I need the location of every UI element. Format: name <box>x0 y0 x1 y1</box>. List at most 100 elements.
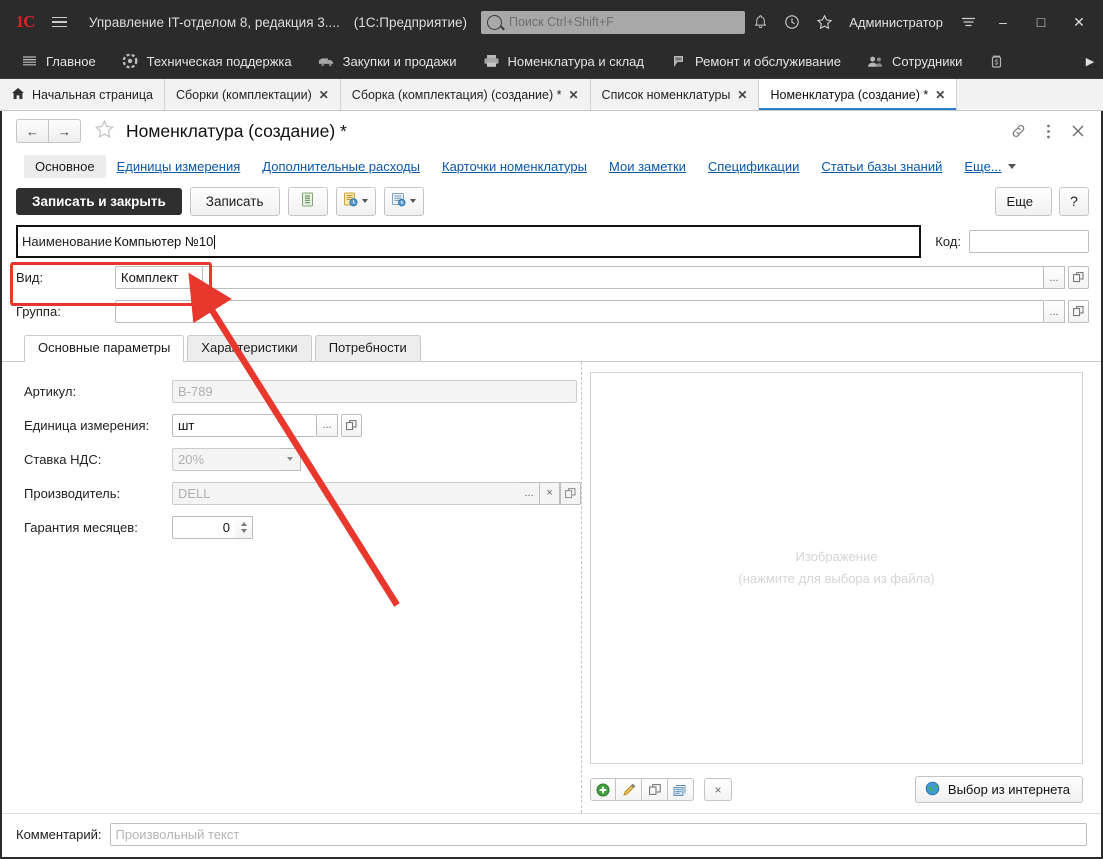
name-input-value: Компьютер №10 <box>114 234 213 249</box>
proizvoditel-placeholder: DELL <box>178 486 211 501</box>
garantiya-mesyacev-input[interactable]: 0 <box>172 516 235 539</box>
sidebar-item-money[interactable]: $ <box>975 44 1026 78</box>
group-select-button[interactable]: ... <box>1044 300 1065 323</box>
edinica-open-icon[interactable] <box>341 414 362 437</box>
vid-input[interactable]: Комплект <box>115 266 203 289</box>
vid-input-extension[interactable] <box>203 266 1044 289</box>
search-input[interactable]: Поиск Ctrl+Shift+F <box>481 11 745 34</box>
image-placeholder-title: Изображение <box>796 546 878 568</box>
nav-link-edinicy-izmereniya[interactable]: Единицы измерения <box>106 156 252 177</box>
layers-icon[interactable] <box>668 778 694 801</box>
proizvoditel-open-icon[interactable] <box>560 482 581 505</box>
edinica-izmereniya-label: Единица измерения: <box>24 418 172 433</box>
edinica-izmereniya-input[interactable]: шт <box>172 414 317 437</box>
forward-button[interactable]: → <box>49 119 81 143</box>
save-and-close-button[interactable]: Записать и закрыть <box>16 188 182 215</box>
tab-close-icon[interactable]: ✕ <box>568 88 578 102</box>
options-icon[interactable] <box>953 8 983 36</box>
tab-sborka-komplektaciya-sozdanie[interactable]: Сборка (комплектация) (создание) * ✕ <box>341 79 591 110</box>
proizvoditel-input[interactable]: DELL <box>172 482 519 505</box>
search-placeholder: Поиск Ctrl+Shift+F <box>509 15 614 29</box>
favorite-star-icon[interactable] <box>94 119 115 143</box>
sidebar-item-label: Номенклатура и склад <box>508 54 644 69</box>
group-open-icon[interactable] <box>1068 300 1089 323</box>
tab-label: Список номенклатуры <box>602 88 731 102</box>
link-icon[interactable] <box>1005 118 1031 144</box>
stavka-nds-dropdown-button[interactable] <box>280 448 301 471</box>
edit-icon[interactable] <box>616 778 642 801</box>
tab-close-icon[interactable]: ✕ <box>319 88 329 102</box>
close-icon[interactable] <box>1065 118 1091 144</box>
current-user-label[interactable]: Администратор <box>841 15 951 30</box>
sidebar-item-glavnoe[interactable]: Главное <box>8 44 109 78</box>
tab-label: Сборка (комплектация) (создание) * <box>352 88 562 102</box>
code-input[interactable] <box>969 230 1089 253</box>
proizvoditel-select-button[interactable]: ... <box>519 482 540 505</box>
stepper-down-icon[interactable] <box>241 529 247 533</box>
delete-image-button[interactable]: × <box>704 778 732 801</box>
artikul-input[interactable]: B-789 <box>172 380 577 403</box>
more-button[interactable]: Еще <box>995 187 1052 216</box>
close-button[interactable]: ✕ <box>1061 8 1097 36</box>
command-bar: Записать и закрыть Записать <box>2 181 1101 221</box>
proizvoditel-clear-button[interactable]: × <box>540 482 561 505</box>
comment-input[interactable]: Произвольный текст <box>110 823 1088 846</box>
kebab-menu-icon[interactable] <box>1035 118 1061 144</box>
inner-tab-kharakteristiki[interactable]: Характеристики <box>187 335 311 361</box>
name-input[interactable]: Компьютер №10 <box>113 231 915 252</box>
garantiya-stepper[interactable] <box>235 516 253 539</box>
tab-close-icon[interactable]: ✕ <box>935 88 945 102</box>
choose-from-internet-button[interactable]: Выбор из интернета <box>915 776 1083 803</box>
vid-open-icon[interactable] <box>1068 266 1089 289</box>
sidebar-item-employees[interactable]: Сотрудники <box>854 44 975 78</box>
sidebar-item-label: Главное <box>46 54 96 69</box>
print-history-button[interactable] <box>336 187 376 216</box>
minimize-button[interactable]: – <box>985 8 1021 36</box>
report-button[interactable] <box>288 187 328 216</box>
tab-close-icon[interactable]: ✕ <box>737 88 747 102</box>
group-input[interactable] <box>115 300 1044 323</box>
help-button[interactable]: ? <box>1059 187 1089 216</box>
printer-icon <box>483 54 500 69</box>
save-button[interactable]: Записать <box>190 187 280 216</box>
nav-link-kartochki-nomenklatury[interactable]: Карточки номенклатуры <box>431 156 598 177</box>
journal-history-button[interactable] <box>384 187 424 216</box>
nav-link-osnovnoe[interactable]: Основное <box>24 155 106 178</box>
tab-home[interactable]: Начальная страница <box>0 79 165 110</box>
sidebar-item-repair-service[interactable]: Ремонт и обслуживание <box>657 44 854 78</box>
nav-link-dopolnitelnye-raskhody[interactable]: Дополнительные расходы <box>251 156 431 177</box>
more-button-label: Еще <box>1007 194 1033 209</box>
bell-icon[interactable] <box>745 8 775 36</box>
sidebar-item-tech-support[interactable]: Техническая поддержка <box>109 44 305 78</box>
main-menu-icon[interactable] <box>48 9 71 35</box>
nav-link-stati-bazy-znaniy[interactable]: Статьи базы знаний <box>810 156 953 177</box>
tab-nomenklatura-sozdanie[interactable]: Номенклатура (создание) * ✕ <box>759 79 957 110</box>
stepper-up-icon[interactable] <box>241 522 247 526</box>
add-icon[interactable] <box>590 778 616 801</box>
copy-icon[interactable] <box>642 778 668 801</box>
vid-select-button[interactable]: ... <box>1044 266 1065 289</box>
tab-sborki-komplektacii[interactable]: Сборки (комплектации) ✕ <box>165 79 341 110</box>
page-title: Номенклатура (создание) * <box>126 121 347 142</box>
sections-more-button[interactable]: ▶ <box>1077 44 1103 78</box>
inner-tab-potrebnosti[interactable]: Потребности <box>315 335 421 361</box>
proizvoditel-row: Производитель: DELL ... × <box>24 476 581 510</box>
tab-label: Начальная страница <box>32 88 153 102</box>
tab-label: Номенклатура (создание) * <box>770 88 928 102</box>
star-icon[interactable] <box>809 8 839 36</box>
nav-link-specifikacii[interactable]: Спецификации <box>697 156 811 177</box>
back-button[interactable]: ← <box>16 119 49 143</box>
sidebar-item-nomenclature-warehouse[interactable]: Номенклатура и склад <box>470 44 657 78</box>
history-icon[interactable] <box>777 8 807 36</box>
edinica-select-button[interactable]: ... <box>317 414 338 437</box>
maximize-button[interactable]: □ <box>1023 8 1059 36</box>
inner-tab-osnovnye-parametry[interactable]: Основные параметры <box>24 335 184 361</box>
tab-spisok-nomenklatury[interactable]: Список номенклатуры ✕ <box>591 79 760 110</box>
nav-link-more[interactable]: Еще... <box>953 156 1026 177</box>
stavka-nds-input[interactable]: 20% <box>172 448 280 471</box>
image-drop-area[interactable]: Изображение (нажмите для выбора из файла… <box>590 372 1083 764</box>
form-window: ← → Номенклатура (создание) * Осн <box>0 111 1103 859</box>
sidebar-item-purchases-sales[interactable]: Закупки и продажи <box>305 44 470 78</box>
nav-link-moi-zametki[interactable]: Мои заметки <box>598 156 697 177</box>
sidebar-item-label: Сотрудники <box>892 54 962 69</box>
